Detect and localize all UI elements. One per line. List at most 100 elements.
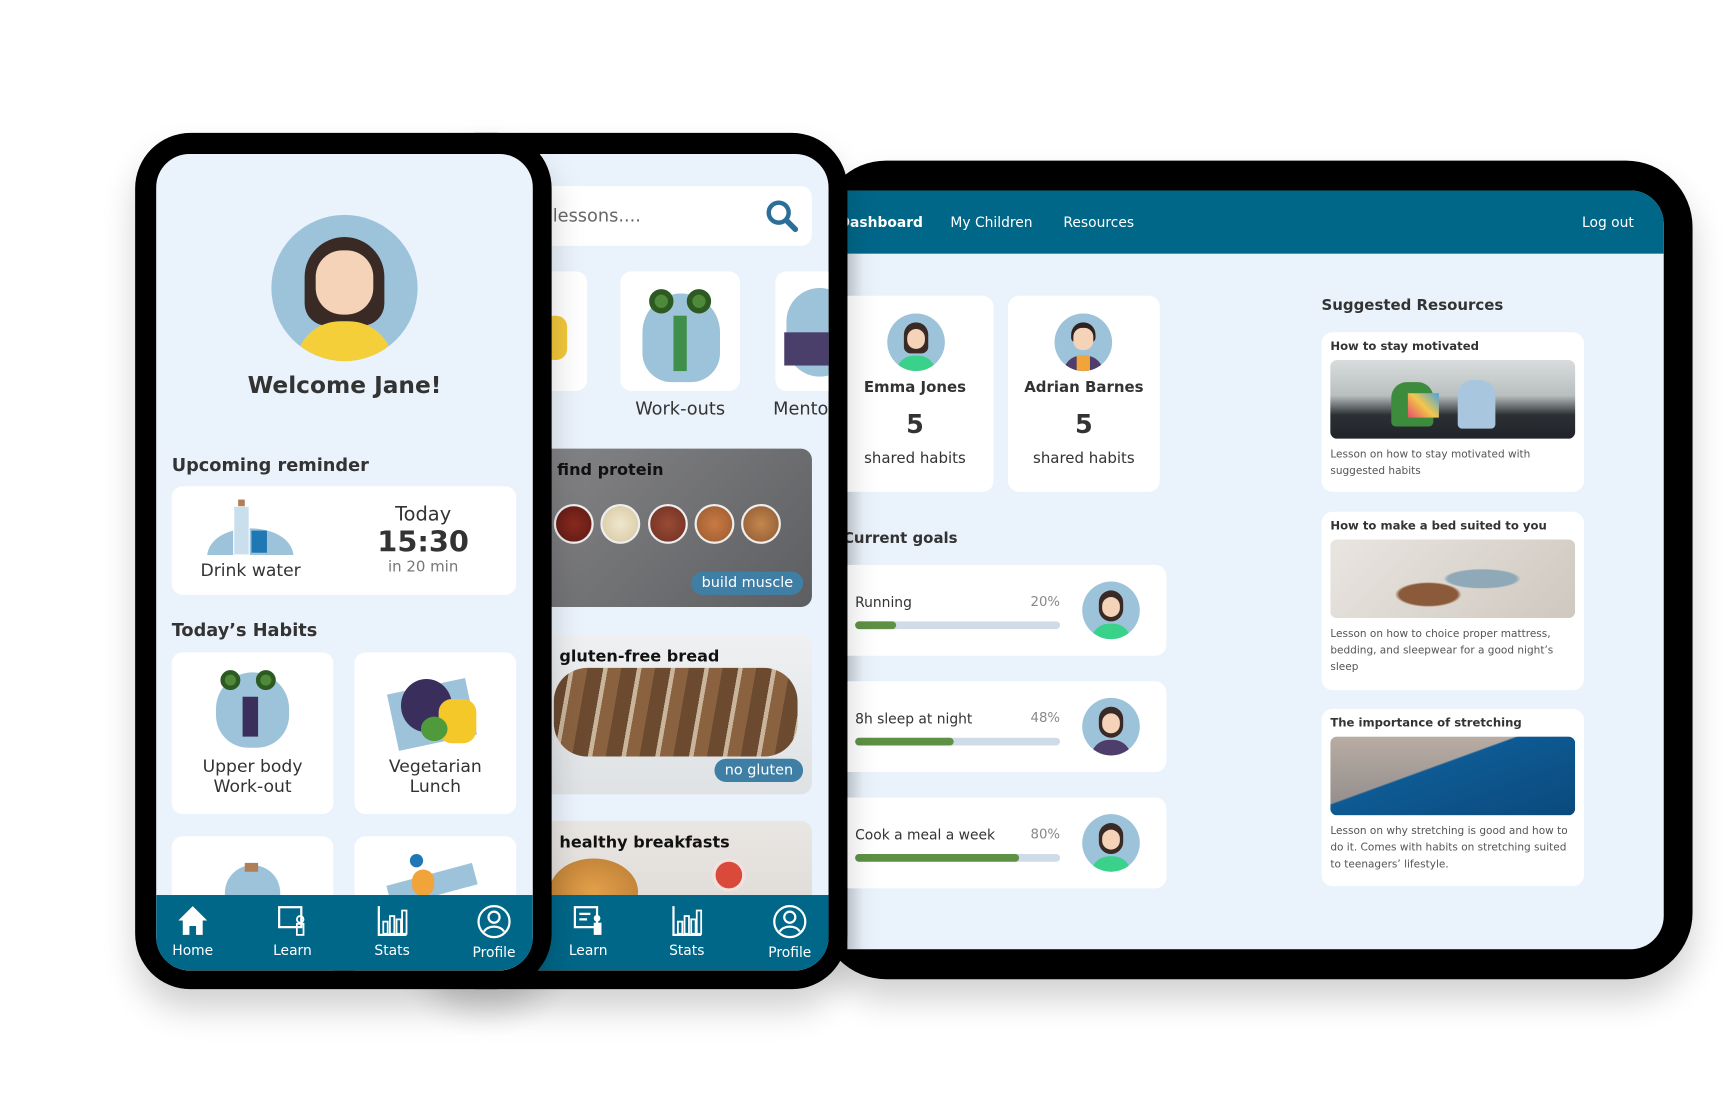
user-avatar bbox=[271, 214, 418, 362]
nav-label: Profile bbox=[472, 943, 516, 961]
resource-image bbox=[1330, 539, 1576, 619]
category-card-mentor[interactable] bbox=[775, 271, 829, 392]
category-card-workouts[interactable] bbox=[620, 271, 740, 392]
resource-description: Lesson on how to choice proper mattress,… bbox=[1330, 628, 1554, 674]
lesson-title: gluten-free bread bbox=[559, 647, 720, 666]
nav-label: Stats bbox=[374, 941, 410, 959]
reminder-countdown: in 20 min bbox=[387, 558, 459, 576]
category-label: Mento bbox=[773, 397, 829, 419]
bottom-nav: Home Learn Stats Profile bbox=[156, 895, 533, 971]
lesson-tag: no gluten bbox=[714, 758, 804, 783]
goal-label: Running bbox=[855, 593, 912, 611]
logout-link[interactable]: Log out bbox=[1582, 214, 1634, 231]
nav-learn[interactable]: Learn bbox=[549, 904, 627, 958]
child-avatar bbox=[1054, 313, 1113, 372]
shared-habits-label: shared habits bbox=[1033, 449, 1135, 468]
habit-label-line: Vegetarian bbox=[388, 756, 482, 777]
habit-label-line: Lunch bbox=[409, 776, 461, 797]
goal-progress-bar bbox=[855, 621, 1061, 630]
goal-progress-bar bbox=[855, 737, 1061, 746]
reminder-heading: Upcoming reminder bbox=[171, 454, 369, 476]
child-card[interactable]: Adrian Barnes 5 shared habits bbox=[1007, 295, 1160, 492]
nav-label: Learn bbox=[273, 941, 312, 959]
goal-progress-fill bbox=[855, 621, 897, 630]
goal-percent: 20% bbox=[1030, 593, 1061, 610]
nav-home[interactable]: Home bbox=[156, 904, 231, 958]
goal-percent: 80% bbox=[1030, 826, 1061, 842]
goal-card[interactable]: Running 20% bbox=[847, 564, 1167, 656]
tablet-header: Dashboard My Children Resources Log out bbox=[847, 190, 1664, 254]
learn-icon bbox=[278, 906, 305, 936]
shared-habits-count: 5 bbox=[1074, 410, 1093, 440]
goal-label: Cook a meal a week bbox=[855, 826, 996, 843]
child-avatar bbox=[1082, 814, 1140, 872]
child-avatar bbox=[1082, 581, 1140, 640]
resource-image bbox=[1330, 736, 1576, 816]
habit-label: Vegetarian Lunch bbox=[354, 757, 516, 797]
resource-card[interactable]: How to make a bed suited to you Lesson o… bbox=[1321, 511, 1584, 691]
habit-label: Upper body Work-out bbox=[172, 757, 334, 797]
phone-home-screen: Welcome Jane! Upcoming reminder Drink wa… bbox=[156, 153, 533, 971]
tablet-screen: Dashboard My Children Resources Log out … bbox=[847, 190, 1664, 950]
habit-label-line: Upper body bbox=[202, 756, 303, 777]
water-bottle-icon bbox=[207, 499, 294, 555]
stats-icon bbox=[672, 906, 703, 936]
reminder-day: Today bbox=[395, 503, 452, 527]
category-label: Work-outs bbox=[635, 397, 726, 419]
search-placeholder: lessons.... bbox=[552, 204, 641, 226]
profile-icon bbox=[477, 904, 511, 939]
reminder-card[interactable]: Drink water Today 15:30 in 20 min bbox=[171, 486, 517, 595]
search-icon[interactable] bbox=[765, 199, 799, 233]
profile-icon bbox=[773, 904, 807, 939]
nav-stats[interactable]: Stats bbox=[353, 904, 431, 958]
home-icon bbox=[178, 906, 208, 935]
nav-resources[interactable]: Resources bbox=[1063, 214, 1134, 231]
habit-card[interactable]: Vegetarian Lunch bbox=[354, 652, 517, 815]
resource-description: Lesson on how to stay motivated with sug… bbox=[1330, 448, 1531, 478]
resource-image bbox=[1330, 359, 1576, 439]
lesson-tag: build muscle bbox=[691, 571, 804, 595]
nav-learn[interactable]: Learn bbox=[254, 904, 332, 958]
nav-profile[interactable]: Profile bbox=[455, 904, 533, 960]
child-name: Emma Jones bbox=[863, 378, 967, 397]
learn-icon bbox=[573, 906, 602, 935]
stats-icon bbox=[377, 906, 408, 936]
habit-label-line: Work-out bbox=[213, 776, 292, 797]
child-avatar bbox=[887, 313, 945, 372]
nav-profile[interactable]: Profile bbox=[751, 904, 829, 960]
resource-title: How to make a bed suited to you bbox=[1330, 519, 1547, 533]
nav-dashboard[interactable]: Dashboard bbox=[847, 214, 923, 231]
resource-title: How to stay motivated bbox=[1330, 340, 1479, 354]
goal-progress-fill bbox=[855, 854, 1020, 862]
reminder-time: 15:30 bbox=[377, 526, 469, 560]
child-card[interactable]: Emma Jones 5 shared habits bbox=[847, 295, 994, 492]
habit-card[interactable]: Upper body Work-out bbox=[171, 652, 334, 815]
nav-label: Learn bbox=[568, 941, 608, 959]
nav-my-children[interactable]: My Children bbox=[950, 214, 1032, 231]
goal-label: 8h sleep at night bbox=[855, 710, 973, 727]
nav-label: Home bbox=[172, 941, 214, 959]
goal-percent: 48% bbox=[1030, 710, 1061, 726]
goal-progress-fill bbox=[855, 737, 954, 746]
resource-description: Lesson on why stretching is good and how… bbox=[1330, 825, 1568, 871]
shared-habits-count: 5 bbox=[906, 410, 924, 440]
habits-heading: Today’s Habits bbox=[171, 619, 318, 641]
resource-card[interactable]: The importance of stretching Lesson on w… bbox=[1321, 708, 1584, 887]
nav-label: Profile bbox=[768, 943, 812, 961]
search-input[interactable]: lessons.... bbox=[520, 186, 812, 246]
nav-stats[interactable]: Stats bbox=[648, 904, 726, 958]
shared-habits-label: shared habits bbox=[864, 449, 966, 468]
current-goals-heading: Current goals bbox=[847, 529, 958, 548]
goal-progress-bar bbox=[855, 854, 1061, 862]
resource-card[interactable]: How to stay motivated Lesson on how to s… bbox=[1321, 332, 1584, 492]
child-name: Adrian Barnes bbox=[1024, 378, 1144, 397]
goal-card[interactable]: 8h sleep at night 48% bbox=[847, 681, 1167, 773]
reminder-label: Drink water bbox=[200, 560, 301, 581]
nav-label: Stats bbox=[669, 941, 705, 959]
child-avatar bbox=[1082, 697, 1140, 756]
welcome-title: Welcome Jane! bbox=[247, 372, 442, 399]
lesson-title: find protein bbox=[557, 461, 664, 480]
suggested-resources-heading: Suggested Resources bbox=[1321, 296, 1504, 315]
goal-card[interactable]: Cook a meal a week 80% bbox=[847, 797, 1167, 889]
lesson-title: healthy breakfasts bbox=[559, 834, 730, 852]
